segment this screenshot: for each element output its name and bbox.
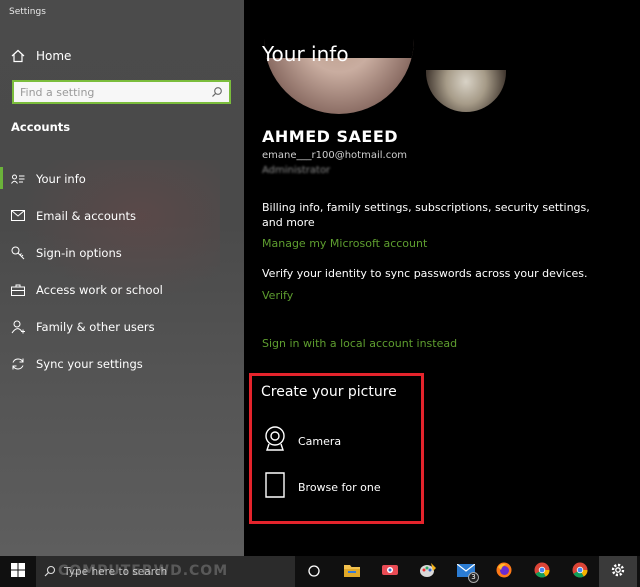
- profile-picture: [264, 22, 414, 114]
- watermark: COMPUTERWD.COM: [58, 563, 229, 579]
- home-icon: [11, 49, 25, 63]
- sidebar-item-label: Sync your settings: [36, 356, 143, 371]
- sidebar-item-access-work[interactable]: Access work or school: [0, 271, 244, 308]
- chrome-button[interactable]: [523, 556, 561, 587]
- sidebar-item-email-accounts[interactable]: Email & accounts: [0, 197, 244, 234]
- create-picture-heading: Create your picture: [261, 384, 397, 400]
- snipping-tool-button[interactable]: [371, 556, 409, 587]
- find-setting-search[interactable]: [12, 80, 231, 104]
- document-icon: [262, 472, 288, 502]
- firefox-button[interactable]: [485, 556, 523, 587]
- folder-icon: [344, 562, 360, 581]
- settings-app-button[interactable]: [599, 556, 637, 587]
- manage-account-link[interactable]: Manage my Microsoft account: [262, 237, 427, 250]
- person-card-icon: [10, 171, 26, 187]
- sidebar-item-label: Email & accounts: [36, 208, 136, 223]
- sidebar-item-your-info[interactable]: Your info: [0, 160, 244, 197]
- home-nav-item[interactable]: Home: [11, 47, 71, 65]
- sidebar-item-label: Access work or school: [36, 282, 163, 297]
- user-email: emane___r100@hotmail.com: [262, 150, 408, 161]
- sidebar-item-family-users[interactable]: Family & other users: [0, 308, 244, 345]
- verify-description: Verify your identity to sync passwords a…: [262, 267, 588, 280]
- search-input[interactable]: [14, 82, 209, 102]
- key-icon: [10, 245, 26, 261]
- search-icon[interactable]: [209, 84, 225, 100]
- local-account-link[interactable]: Sign in with a local account instead: [262, 337, 457, 350]
- window-title: Settings: [9, 7, 46, 17]
- user-role: Administrator: [262, 165, 331, 176]
- camera-label: Camera: [298, 434, 342, 448]
- mail-app-button[interactable]: 3: [447, 556, 485, 587]
- sidebar: Settings Home Accounts Your info Email &…: [0, 0, 244, 556]
- chrome-icon: [534, 562, 550, 582]
- sidebar-item-label: Sign-in options: [36, 245, 122, 260]
- windows-logo-icon: [11, 562, 25, 581]
- sidebar-item-sync-settings[interactable]: Sync your settings: [0, 345, 244, 382]
- webcam-icon: [262, 426, 288, 456]
- page-title: Your info: [262, 42, 349, 66]
- mail-badge: 3: [468, 572, 479, 583]
- chrome-icon: [572, 562, 588, 582]
- billing-description: Billing info, family settings, subscript…: [262, 201, 590, 229]
- search-icon: [44, 562, 56, 581]
- main-content: Your info AHMED SAEED emane___r100@hotma…: [244, 0, 640, 556]
- previous-picture[interactable]: [426, 36, 506, 112]
- gear-icon: [610, 562, 626, 582]
- mail-icon: [10, 208, 26, 224]
- verify-link[interactable]: Verify: [262, 289, 293, 302]
- taskbar-apps: 3: [295, 556, 637, 587]
- chrome-profile-button[interactable]: [561, 556, 599, 587]
- start-button[interactable]: [0, 556, 36, 587]
- task-view-button[interactable]: [295, 556, 333, 587]
- sidebar-item-sign-in-options[interactable]: Sign-in options: [0, 234, 244, 271]
- home-label: Home: [36, 49, 72, 63]
- file-explorer-button[interactable]: [333, 556, 371, 587]
- briefcase-icon: [10, 282, 26, 298]
- snipping-icon: [381, 562, 399, 581]
- firefox-icon: [496, 562, 512, 582]
- sidebar-item-label: Your info: [36, 171, 86, 186]
- accounts-nav: Your info Email & accounts Sign-in optio…: [0, 160, 244, 382]
- sync-icon: [10, 356, 26, 372]
- paint-button[interactable]: [409, 556, 447, 587]
- task-view-icon: [308, 562, 320, 581]
- browse-option[interactable]: Browse for one: [262, 472, 381, 502]
- user-name: AHMED SAEED: [262, 127, 399, 146]
- paint-palette-icon: [419, 562, 437, 582]
- camera-option[interactable]: Camera: [262, 426, 341, 456]
- person-add-icon: [10, 319, 26, 335]
- section-heading: Accounts: [11, 120, 71, 134]
- browse-label: Browse for one: [298, 480, 381, 494]
- sidebar-item-label: Family & other users: [36, 319, 155, 334]
